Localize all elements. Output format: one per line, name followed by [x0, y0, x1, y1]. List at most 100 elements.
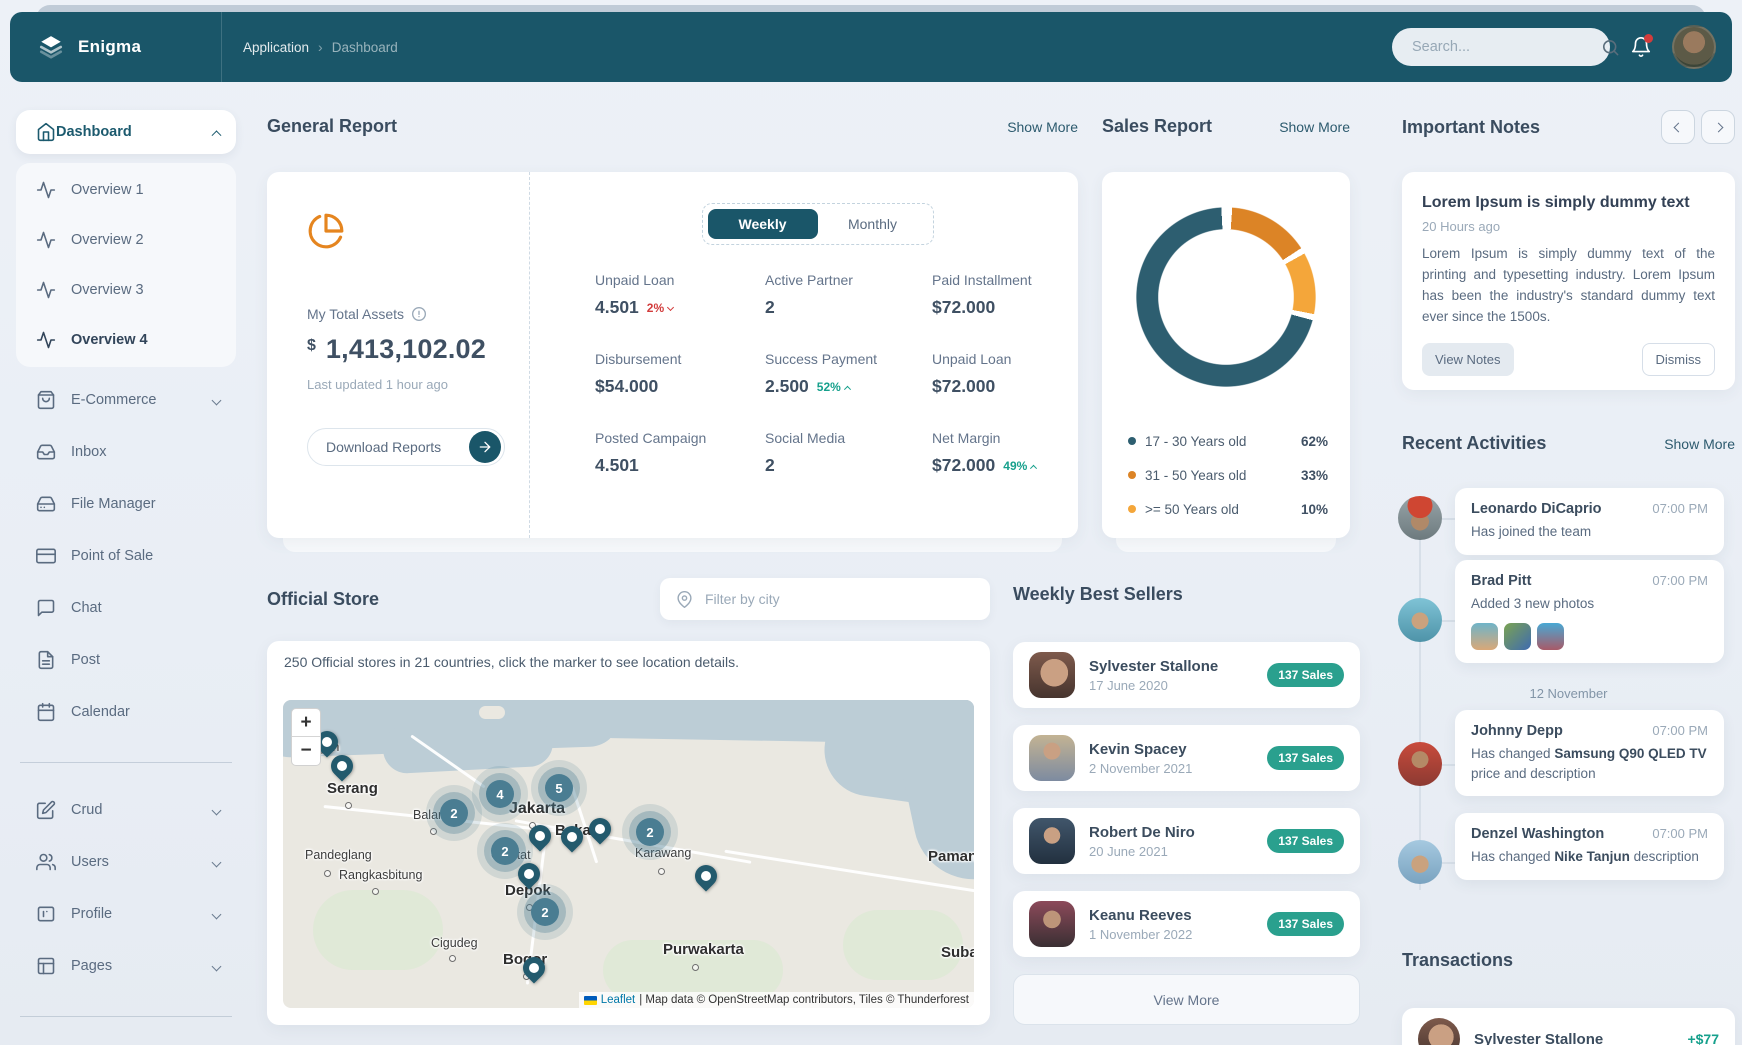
leaflet-link[interactable]: Leaflet — [601, 994, 636, 1006]
stat-disbursement: Disbursement $54.000 — [595, 351, 765, 397]
toggle-weekly[interactable]: Weekly — [708, 209, 818, 239]
info-icon[interactable] — [411, 306, 427, 322]
seller-card[interactable]: Sylvester Stallone 17 June 2020 137 Sale… — [1013, 642, 1360, 708]
stat-social-media: Social Media 2 — [765, 430, 932, 476]
sales-badge: 137 Sales — [1267, 746, 1344, 770]
store-locations-map[interactable]: Cilegon Serang Balaraja Pandeglang Rangk… — [283, 700, 974, 1008]
sidebar-item-post[interactable]: Post — [16, 634, 236, 686]
toggle-monthly[interactable]: Monthly — [818, 209, 928, 239]
timeline-date-divider: 12 November — [1402, 686, 1735, 701]
seller-card[interactable]: Kevin Spacey 2 November 2021 137 Sales — [1013, 725, 1360, 791]
photo-thumbnail[interactable] — [1504, 623, 1531, 650]
search-box[interactable] — [1392, 28, 1610, 66]
store-map-description: 250 Official stores in 21 countries, cli… — [284, 654, 739, 670]
stat-paid-installment: Paid Installment $72.000 — [932, 272, 1040, 318]
pie-chart-icon — [307, 212, 345, 250]
seller-avatar — [1029, 735, 1075, 781]
map-cluster-marker[interactable]: 2 — [531, 898, 559, 926]
notes-prev-button[interactable] — [1661, 110, 1695, 144]
hard-drive-icon — [36, 494, 56, 514]
weekly-best-sellers-header: Weekly Best Sellers — [1013, 584, 1360, 605]
sidebar-item-crud[interactable]: Crud — [16, 784, 236, 836]
sales-report-show-more[interactable]: Show More — [1279, 119, 1350, 135]
activity-time: 07:00 PM — [1652, 826, 1708, 841]
map-cluster-marker[interactable]: 2 — [491, 837, 519, 865]
map-cluster-marker[interactable]: 5 — [545, 774, 573, 802]
photo-thumbnail[interactable] — [1537, 623, 1564, 650]
top-bar: Enigma Application › Dashboard — [10, 12, 1732, 82]
filter-by-city-box[interactable] — [660, 578, 990, 620]
chevron-down-icon — [667, 304, 674, 311]
photo-thumbnail[interactable] — [1471, 623, 1498, 650]
breadcrumb-dashboard[interactable]: Dashboard — [332, 40, 398, 55]
sidebar-item-file-manager[interactable]: File Manager — [16, 478, 236, 530]
seller-date: 17 June 2020 — [1089, 678, 1218, 693]
sidebar-item-overview-3[interactable]: Overview 3 — [16, 265, 236, 315]
seller-date: 1 November 2022 — [1089, 927, 1192, 942]
breadcrumb-application[interactable]: Application — [243, 40, 309, 55]
chevron-left-icon — [1673, 122, 1683, 132]
official-store-header: Official Store — [267, 578, 990, 620]
sidebar-item-label: Calendar — [71, 704, 130, 720]
transactions-title: Transactions — [1402, 950, 1513, 971]
sidebar-item-label: Point of Sale — [71, 548, 153, 564]
legend-dot-teal — [1128, 437, 1136, 445]
search-input[interactable] — [1410, 38, 1601, 56]
sidebar-item-ecommerce[interactable]: E-Commerce — [16, 374, 236, 426]
arrow-right-icon — [469, 431, 501, 463]
city-label: Subang — [941, 944, 974, 961]
activity-item: Denzel Washington 07:00 PM Has changed N… — [1455, 813, 1724, 880]
stat-net-margin: Net Margin $72.000 49% — [932, 430, 1040, 476]
sidebar-divider — [20, 1016, 232, 1017]
delta-up-badge: 52% — [817, 380, 850, 394]
user-avatar[interactable] — [1672, 25, 1716, 69]
notifications-button[interactable] — [1630, 36, 1652, 58]
sidebar-item-users[interactable]: Users — [16, 836, 236, 888]
official-store-title: Official Store — [267, 589, 379, 610]
sidebar-item-calendar[interactable]: Calendar — [16, 686, 236, 738]
filter-by-city-input[interactable] — [703, 590, 976, 608]
sidebar-item-overview-1[interactable]: Overview 1 — [16, 165, 236, 215]
legend-dot-orange — [1128, 471, 1136, 479]
sidebar-item-label: Inbox — [71, 444, 106, 460]
view-more-button[interactable]: View More — [1013, 974, 1360, 1025]
sidebar: Dashboard Overview 1 Overview 2 Overview… — [16, 96, 236, 1017]
sidebar-item-overview-4[interactable]: Overview 4 — [16, 315, 236, 365]
search-icon[interactable] — [1601, 38, 1620, 57]
chevron-right-icon — [1713, 122, 1723, 132]
sidebar-item-point-of-sale[interactable]: Point of Sale — [16, 530, 236, 582]
seller-card[interactable]: Keanu Reeves 1 November 2022 137 Sales — [1013, 891, 1360, 957]
product-name: Samsung Q90 QLED TV — [1554, 746, 1706, 761]
map-cluster-marker[interactable]: 2 — [636, 818, 664, 846]
zoom-out-button[interactable]: − — [292, 737, 320, 765]
activity-icon — [36, 230, 56, 250]
notes-next-button[interactable] — [1701, 110, 1735, 144]
map-attribution: Leaflet | Map data © OpenStreetMap contr… — [579, 992, 974, 1008]
recent-activities-show-more[interactable]: Show More — [1664, 436, 1735, 452]
sidebar-item-inbox[interactable]: Inbox — [16, 426, 236, 478]
zoom-in-button[interactable]: + — [292, 709, 320, 737]
sidebar-item-label: Overview 4 — [71, 332, 148, 348]
seller-card[interactable]: Robert De Niro 20 June 2021 137 Sales — [1013, 808, 1360, 874]
sidebar-item-overview-2[interactable]: Overview 2 — [16, 215, 236, 265]
note-card: Lorem Ipsum is simply dummy text 20 Hour… — [1402, 172, 1735, 390]
view-notes-button[interactable]: View Notes — [1422, 343, 1514, 376]
general-report-show-more[interactable]: Show More — [1007, 119, 1078, 135]
map-cluster-marker[interactable]: 2 — [440, 799, 468, 827]
download-reports-button[interactable]: Download Reports — [307, 428, 505, 466]
dismiss-button[interactable]: Dismiss — [1642, 343, 1716, 376]
period-toggle: Weekly Monthly — [702, 203, 934, 245]
sidebar-item-pages[interactable]: Pages — [16, 940, 236, 992]
sidebar-item-profile[interactable]: Profile — [16, 888, 236, 940]
sidebar-item-chat[interactable]: Chat — [16, 582, 236, 634]
sidebar-item-label: Overview 2 — [71, 232, 144, 248]
timeline-connector — [1442, 764, 1456, 766]
map-cluster-marker[interactable]: 4 — [486, 780, 514, 808]
chevron-down-icon — [212, 962, 222, 972]
map-pin-marker[interactable] — [690, 860, 721, 891]
transaction-name: Sylvester Stallone — [1474, 1031, 1603, 1045]
sales-badge: 137 Sales — [1267, 912, 1344, 936]
sidebar-item-dashboard[interactable]: Dashboard — [16, 110, 236, 154]
brand[interactable]: Enigma — [10, 12, 222, 82]
seller-name: Robert De Niro — [1089, 824, 1195, 841]
